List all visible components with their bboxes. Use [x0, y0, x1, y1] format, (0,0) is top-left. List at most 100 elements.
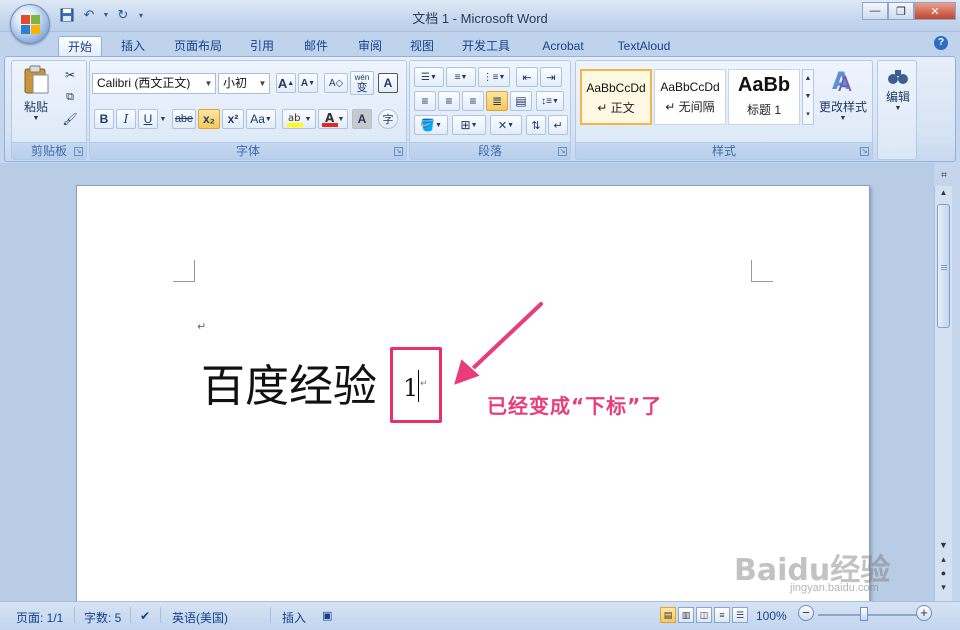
- status-page[interactable]: 页面: 1/1: [16, 609, 63, 626]
- document-page[interactable]: ↵ 百度经验 1 ↵ 已经变成“下标”了: [76, 185, 870, 605]
- document-text[interactable]: 百度经验: [201, 350, 377, 414]
- previous-page-icon[interactable]: ▴: [935, 554, 952, 568]
- tab-acrobat[interactable]: Acrobat: [530, 36, 596, 56]
- zoom-slider-knob[interactable]: [860, 607, 868, 621]
- macro-recording-icon[interactable]: ▣: [322, 609, 332, 622]
- clear-format-button[interactable]: A◇: [324, 73, 348, 93]
- italic-button[interactable]: I: [116, 109, 136, 129]
- style-no-spacing[interactable]: AaBbCcDd ↵ 无间隔: [654, 69, 726, 125]
- change-case-button[interactable]: Aa ▼: [246, 109, 276, 129]
- font-color-button[interactable]: A ▼: [318, 109, 348, 129]
- tab-insert[interactable]: 插入: [112, 36, 154, 56]
- align-right-button[interactable]: ≡: [462, 91, 484, 111]
- zoom-slider[interactable]: [818, 614, 918, 616]
- change-styles-button[interactable]: AA 更改样式 ▼: [818, 65, 868, 137]
- style-name: ↵ 正文: [597, 101, 635, 115]
- clipboard-launcher-icon[interactable]: ↘: [74, 147, 83, 156]
- font-color-icon: A: [321, 111, 338, 127]
- scroll-thumb[interactable]: [937, 204, 950, 328]
- character-shading-button[interactable]: A: [352, 109, 372, 129]
- cut-icon[interactable]: ✂: [60, 65, 80, 85]
- show-marks-button[interactable]: ↵: [548, 115, 568, 135]
- superscript-button[interactable]: x²: [222, 109, 244, 129]
- tab-review[interactable]: 审阅: [348, 36, 392, 56]
- view-ruler-icon[interactable]: ⌗: [936, 170, 952, 186]
- proofing-icon[interactable]: ✔: [140, 609, 150, 623]
- status-words[interactable]: 字数: 5: [84, 609, 121, 626]
- chinese-layout-button[interactable]: ✕ ▼: [490, 115, 522, 135]
- strikethrough-button[interactable]: abe: [172, 109, 196, 129]
- justify-button[interactable]: ≣: [486, 91, 508, 111]
- underline-button[interactable]: U: [138, 109, 158, 129]
- font-size-combo[interactable]: 小初 ▼: [218, 73, 270, 94]
- outline-icon[interactable]: ≡: [714, 607, 730, 623]
- paragraph-mark-icon: ↵: [197, 321, 207, 333]
- scroll-up-icon[interactable]: ▲: [935, 186, 952, 200]
- decrease-indent-button[interactable]: ⇤: [516, 67, 538, 87]
- styles-scroll[interactable]: ▲ ▼ ▾: [802, 69, 814, 125]
- bullets-button[interactable]: ☰ ▼: [414, 67, 444, 87]
- character-border-button[interactable]: A: [378, 73, 398, 93]
- print-layout-icon[interactable]: ▤: [660, 607, 676, 623]
- svg-text:A: A: [325, 111, 335, 125]
- zoom-level[interactable]: 100%: [756, 609, 787, 623]
- full-screen-reading-icon[interactable]: ▥: [678, 607, 694, 623]
- tab-developer[interactable]: 开发工具: [454, 36, 518, 56]
- font-launcher-icon[interactable]: ↘: [394, 147, 403, 156]
- zoom-out-icon[interactable]: −: [798, 605, 814, 621]
- tab-textaloud[interactable]: TextAloud: [608, 36, 680, 56]
- borders-button[interactable]: ⊞ ▼: [452, 115, 486, 135]
- paragraph-launcher-icon[interactable]: ↘: [558, 147, 567, 156]
- style-heading-1[interactable]: AaBb 标题 1: [728, 69, 800, 125]
- numbering-button[interactable]: ≡ ▼: [446, 67, 476, 87]
- enclose-characters-button[interactable]: 字: [378, 109, 398, 129]
- help-icon[interactable]: ?: [934, 36, 948, 50]
- paste-button[interactable]: 粘贴 ▼: [18, 65, 54, 135]
- styles-launcher-icon[interactable]: ↘: [860, 147, 869, 156]
- status-language[interactable]: 英语(美国): [172, 609, 228, 626]
- close-button[interactable]: ✕: [914, 2, 956, 20]
- clipboard-group: 粘贴 ▼ ✂ ⧉ 🖌 剪贴板 ↘: [11, 60, 87, 160]
- web-layout-icon[interactable]: ◫: [696, 607, 712, 623]
- underline-dropdown-icon[interactable]: ▼: [158, 109, 168, 129]
- format-painter-icon[interactable]: 🖌: [60, 109, 80, 129]
- tab-view[interactable]: 视图: [400, 36, 444, 56]
- multilevel-list-button[interactable]: ⋮≡ ▼: [478, 67, 510, 87]
- vertical-scrollbar[interactable]: ▲ ▼ ▴ ● ▾: [934, 186, 952, 601]
- line-spacing-button[interactable]: ↕≡ ▼: [536, 91, 564, 111]
- editing-button[interactable]: 编辑 ▼: [880, 67, 916, 137]
- font-name-combo[interactable]: Calibri (西文正文) ▼: [92, 73, 216, 94]
- tab-page-layout[interactable]: 页面布局: [166, 36, 230, 56]
- sort-button[interactable]: ⇅: [526, 115, 546, 135]
- shrink-font-button[interactable]: A ▼: [298, 73, 318, 93]
- align-left-button[interactable]: ≡: [414, 91, 436, 111]
- distributed-button[interactable]: ▤: [510, 91, 532, 111]
- restore-button[interactable]: ❐: [888, 2, 914, 20]
- scroll-down-icon[interactable]: ▼: [935, 540, 952, 554]
- grow-font-button[interactable]: A ▲: [276, 73, 296, 93]
- subscript-button[interactable]: x₂: [198, 109, 220, 129]
- style-normal[interactable]: AaBbCcDd ↵ 正文: [580, 69, 652, 125]
- zoom-in-icon[interactable]: +: [916, 605, 932, 621]
- change-styles-label: 更改样式: [818, 100, 867, 114]
- tab-home[interactable]: 开始: [58, 36, 102, 56]
- tab-mailings[interactable]: 邮件: [294, 36, 338, 56]
- increase-indent-button[interactable]: ⇥: [540, 67, 562, 87]
- tab-references[interactable]: 引用: [240, 36, 284, 56]
- font-group-label: 字体: [90, 142, 406, 159]
- copy-icon[interactable]: ⧉: [60, 87, 80, 107]
- phonetic-guide-button[interactable]: wén 变: [350, 71, 374, 95]
- align-center-button[interactable]: ≡: [438, 91, 460, 111]
- status-insert-mode[interactable]: 插入: [282, 609, 306, 626]
- shading-button[interactable]: 🪣 ▼: [414, 115, 448, 135]
- highlight-color-button[interactable]: ab ▼: [282, 109, 316, 129]
- browse-object-icon[interactable]: ●: [935, 568, 952, 582]
- minimize-button[interactable]: —: [862, 2, 888, 20]
- draft-icon[interactable]: ☰: [732, 607, 748, 623]
- next-page-icon[interactable]: ▾: [935, 582, 952, 596]
- annotation-text: 已经变成“下标”了: [487, 394, 663, 418]
- bold-button[interactable]: B: [94, 109, 114, 129]
- office-button[interactable]: [10, 4, 50, 44]
- paragraph-group-label: 段落: [410, 142, 570, 159]
- margin-corner-top-right: [751, 260, 773, 282]
